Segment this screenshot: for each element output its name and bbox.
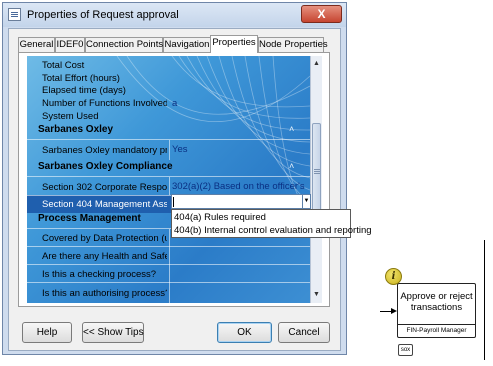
prop-name: Section 302 Corporate Responsib bbox=[42, 182, 167, 193]
task-owner: FIN-Payroll Manager bbox=[398, 324, 475, 338]
category-sox-compliance[interactable]: Sarbanes Oxley Compliance ˄ bbox=[27, 161, 310, 175]
show-tips-button[interactable]: << Show Tips bbox=[82, 322, 144, 343]
row-elapsed-time[interactable]: Elapsed time (days) bbox=[27, 85, 310, 97]
row-health-safety[interactable]: Are there any Health and Safety bbox=[27, 246, 310, 265]
column-divider bbox=[169, 265, 170, 283]
column-divider bbox=[169, 247, 170, 265]
info-icon[interactable]: i bbox=[385, 268, 402, 285]
task-label: Approve or reject transactions bbox=[400, 291, 473, 313]
prop-value[interactable]: Yes bbox=[172, 144, 307, 155]
section-404-dropdown[interactable]: 404(a) Rules required 404(b) Internal co… bbox=[171, 209, 372, 238]
tab-general[interactable]: General bbox=[18, 37, 55, 52]
collapse-icon[interactable]: ˄ bbox=[289, 124, 294, 134]
prop-name: Total Cost bbox=[42, 60, 85, 71]
grip-icon bbox=[314, 169, 320, 170]
help-button[interactable]: Help bbox=[22, 322, 72, 343]
text-caret bbox=[173, 197, 174, 207]
collapse-icon[interactable]: ˄ bbox=[289, 161, 294, 171]
prop-name: Section 404 Management Assess bbox=[42, 199, 167, 210]
category-label: Sarbanes Oxley Compliance bbox=[38, 161, 173, 172]
property-grid[interactable]: Total Cost Total Effort (hours) Elapsed … bbox=[27, 56, 310, 303]
scroll-up-icon[interactable]: ▲ bbox=[311, 58, 322, 70]
close-button[interactable]: X bbox=[301, 5, 342, 23]
column-divider bbox=[169, 177, 170, 196]
prop-name: Total Effort (hours) bbox=[42, 73, 120, 84]
dropdown-option[interactable]: 404(a) Rules required bbox=[174, 212, 266, 223]
window-title: Properties of Request approval bbox=[27, 9, 179, 21]
category-label: Sarbanes Oxley bbox=[38, 124, 114, 135]
process-task-box[interactable]: Approve or reject transactions FIN-Payro… bbox=[397, 283, 476, 338]
row-total-cost[interactable]: Total Cost bbox=[27, 60, 310, 72]
category-sarbanes-oxley[interactable]: Sarbanes Oxley ˄ bbox=[27, 124, 310, 138]
column-divider bbox=[169, 283, 170, 303]
scroll-down-icon[interactable]: ▼ bbox=[311, 289, 322, 301]
prop-value[interactable]: 302(a)(2) Based on the officer's kn... bbox=[172, 181, 307, 192]
ok-button[interactable]: OK bbox=[217, 322, 272, 343]
tab-navigation[interactable]: Navigation bbox=[163, 37, 211, 52]
tab-node-properties[interactable]: Node Properties bbox=[258, 37, 328, 52]
lane-border bbox=[484, 240, 485, 360]
title-bar[interactable]: Properties of Request approval X bbox=[3, 3, 346, 27]
prop-name: Elapsed time (days) bbox=[42, 85, 126, 96]
row-number-functions[interactable]: Number of Functions Involved a bbox=[27, 98, 310, 110]
row-system-used[interactable]: System Used bbox=[27, 111, 310, 123]
row-authorising-process[interactable]: Is this an authorising process? bbox=[27, 282, 310, 303]
section-404-value-input[interactable] bbox=[171, 194, 305, 209]
prop-name: Is this a checking process? bbox=[42, 269, 157, 280]
row-total-effort[interactable]: Total Effort (hours) bbox=[27, 73, 310, 85]
row-checking-process[interactable]: Is this a checking process? bbox=[27, 264, 310, 283]
prop-name: Sarbanes Oxley mandatory proce bbox=[42, 145, 167, 156]
column-divider bbox=[169, 140, 170, 160]
scroll-thumb[interactable] bbox=[312, 123, 321, 223]
dropdown-option[interactable]: 404(b) Internal control evaluation and r… bbox=[174, 225, 372, 236]
prop-name: Are there any Health and Safety bbox=[42, 251, 167, 262]
prop-name: Is this an authorising process? bbox=[42, 288, 167, 299]
dropdown-arrow-icon[interactable]: ▼ bbox=[302, 194, 311, 209]
prop-value[interactable]: a bbox=[172, 98, 307, 109]
prop-name: System Used bbox=[42, 111, 99, 122]
cancel-button[interactable]: Cancel bbox=[278, 322, 330, 343]
prop-name: Number of Functions Involved bbox=[42, 98, 167, 109]
tab-idef0[interactable]: IDEF0 bbox=[55, 37, 85, 52]
sox-tag[interactable]: sox bbox=[398, 344, 413, 356]
vertical-scrollbar[interactable]: ▲ ▼ bbox=[310, 56, 322, 303]
window-icon bbox=[8, 8, 21, 21]
row-sox-mandatory[interactable]: Sarbanes Oxley mandatory proce Yes bbox=[27, 139, 310, 160]
tab-connection-points[interactable]: Connection Points bbox=[85, 37, 163, 52]
row-section-302[interactable]: Section 302 Corporate Responsib 302(a)(2… bbox=[27, 176, 310, 196]
prop-name: Covered by Data Protection (use bbox=[42, 233, 167, 244]
tab-properties[interactable]: Properties bbox=[210, 35, 258, 53]
column-divider bbox=[169, 229, 170, 247]
